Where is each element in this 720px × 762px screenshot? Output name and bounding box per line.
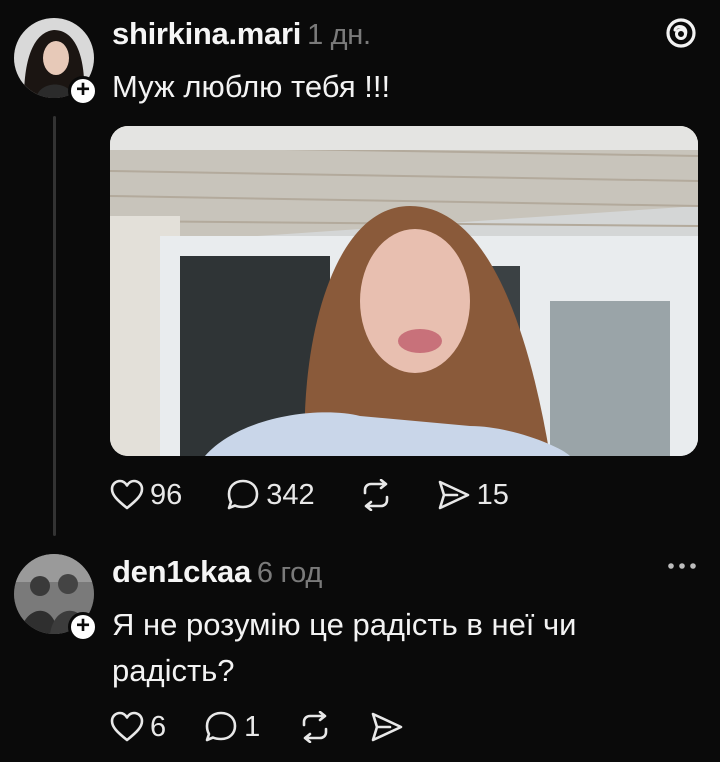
post-actions: 96 342 15: [110, 478, 553, 512]
repost-button[interactable]: [298, 711, 332, 743]
more-dots-icon[interactable]: [666, 556, 698, 576]
heart-icon: [110, 479, 144, 510]
reply-text: Я не розумію це радість в неї чи радість…: [112, 604, 577, 692]
repost-button[interactable]: [359, 479, 393, 511]
comment-count: 342: [266, 478, 315, 511]
like-button[interactable]: 6: [110, 711, 166, 744]
share-button[interactable]: [370, 711, 404, 743]
like-button[interactable]: 96: [110, 479, 182, 512]
reply-time: 6 год: [256, 557, 322, 589]
speech-bubble-icon: [227, 479, 259, 510]
repost-icon: [363, 479, 388, 511]
follow-button[interactable]: +: [68, 76, 98, 106]
share-button[interactable]: 15: [437, 479, 509, 512]
post-media[interactable]: [110, 126, 698, 456]
comment-button[interactable]: 342: [226, 478, 315, 512]
heart-icon: [110, 711, 144, 742]
like-count: 6: [150, 710, 167, 743]
reply-actions: 6 1: [110, 710, 448, 744]
repost-icon: [302, 711, 328, 743]
post-time: 1 дн.: [307, 19, 371, 51]
send-icon: [438, 480, 469, 510]
reply-author[interactable]: den1ckaa 6 год: [112, 554, 322, 590]
comment-button[interactable]: 1: [204, 710, 260, 744]
plus-icon: +: [75, 76, 90, 103]
main-post: + shirkina.mari1 дн. Муж люблю тебя !!!: [0, 0, 720, 540]
post-text: Муж люблю тебя !!!: [112, 69, 391, 104]
send-icon: [371, 712, 403, 742]
reply-text-line: Я не розумію це радість в неї чи: [112, 607, 577, 642]
thread-line: [53, 116, 56, 536]
speech-bubble-icon: [205, 711, 237, 742]
username[interactable]: shirkina.mari: [112, 16, 301, 51]
plus-icon: +: [75, 612, 90, 639]
comment-count: 1: [244, 710, 261, 743]
reply-text-line: радість?: [112, 653, 235, 688]
reply-post: + den1ckaa 6 год Я не розумію це радість …: [0, 540, 720, 762]
username[interactable]: den1ckaa: [112, 554, 251, 589]
share-count: 15: [476, 478, 509, 511]
post-author[interactable]: shirkina.mari 1 дн.: [112, 16, 371, 52]
follow-button[interactable]: +: [68, 612, 98, 642]
like-count: 96: [150, 478, 183, 511]
